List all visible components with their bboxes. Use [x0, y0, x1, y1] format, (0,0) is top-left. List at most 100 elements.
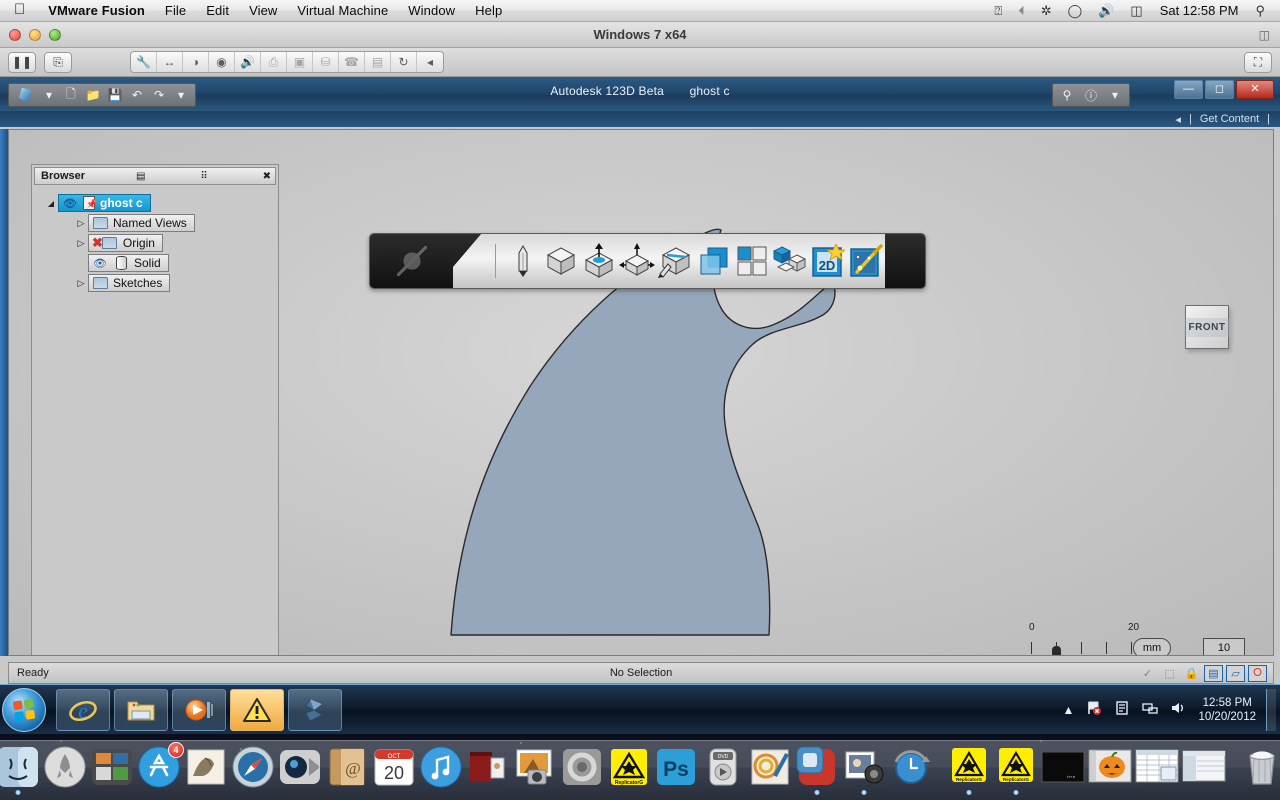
dock-facetime[interactable] [278, 745, 322, 789]
mac-menu-vmware-fusion[interactable]: VMware Fusion [38, 3, 155, 18]
model-canvas[interactable]: Browser ▤ ⠿ ✖ ◢ 👁 📌 ghost c ▷ Named View… [8, 129, 1274, 656]
start-button[interactable] [2, 687, 46, 732]
dock-finder-window[interactable] [1182, 745, 1226, 789]
dock-safari[interactable] [231, 745, 275, 789]
dock-terminal-window[interactable]: term [1041, 745, 1085, 789]
network-icon[interactable] [1136, 700, 1164, 719]
tree-item-ghost-c[interactable]: 👁 📌 ghost c [58, 194, 151, 212]
dock-iphoto[interactable] [513, 745, 557, 789]
sync-icon[interactable]: ↻ [391, 52, 417, 72]
pattern-grid-icon[interactable] [734, 239, 770, 283]
dock-mail[interactable] [184, 745, 228, 789]
printer-icon[interactable]: ⎙ [261, 52, 287, 72]
close-button[interactable]: ✕ [1236, 80, 1274, 99]
assemble-blocks-icon[interactable] [772, 239, 808, 283]
spotlight-search-icon[interactable]: ⚲ [1248, 4, 1272, 17]
vm-snapshot-button[interactable]: ⎘ [44, 51, 72, 73]
usb-disk-icon[interactable]: ▣ [287, 52, 313, 72]
device-icon[interactable] [1108, 700, 1136, 719]
minimize-button[interactable]: — [1174, 80, 1203, 99]
tree-node-origin[interactable]: ▷ ✖ Origin [32, 233, 278, 253]
dock-system-preferences[interactable] [560, 745, 604, 789]
volume-icon[interactable] [1164, 700, 1192, 719]
scale-zoom-input[interactable]: 10 [1203, 638, 1245, 655]
cd-drive-icon[interactable]: ◉ [209, 52, 235, 72]
taskbar-media-player[interactable] [172, 688, 226, 731]
dock-replicatorg[interactable]: ReplicatorG [607, 745, 651, 789]
tree-node-solid[interactable]: 👁 Solid [32, 253, 278, 273]
help-icon[interactable]: ⓘ [1079, 85, 1103, 105]
mac-menu-help[interactable]: Help [465, 3, 512, 18]
get-content-link[interactable]: Get Content [1200, 113, 1259, 125]
vm-pause-button[interactable]: ❚❚ [8, 51, 36, 73]
sign-in-icon[interactable]: ⚲ [1055, 85, 1079, 105]
show-desktop-button[interactable] [1266, 688, 1276, 731]
tree-item-sketches[interactable]: Sketches [88, 274, 171, 292]
bluetooth-icon[interactable]: ✲ [1034, 4, 1059, 17]
sketch-pencil-icon[interactable] [505, 239, 541, 283]
dock-vmware-fusion[interactable] [795, 745, 839, 795]
dock-itunes[interactable] [419, 745, 463, 789]
dock-dvd-player[interactable]: DVD [701, 745, 745, 789]
ribbon-collapse-icon[interactable]: ◂ [1175, 113, 1181, 126]
sketch-on-face-icon[interactable] [657, 239, 694, 283]
taskbar-internet-explorer[interactable]: e [56, 688, 110, 731]
mouse-icon[interactable]: ⛁ [313, 52, 339, 72]
taskbar-autodesk-123d[interactable] [288, 688, 342, 731]
tree-node-named-views[interactable]: ▷ Named Views [32, 213, 278, 233]
mac-menu-file[interactable]: File [155, 3, 196, 18]
dock-photoshop[interactable]: Ps [654, 745, 698, 789]
browser-close-icon[interactable]: ✖ [259, 171, 275, 182]
vm-view-options-button[interactable]: ⛶ [1244, 51, 1272, 73]
tree-item-named-views[interactable]: Named Views [88, 214, 195, 232]
scale-slider-handle[interactable] [1052, 646, 1061, 655]
dock-contacts[interactable]: @ [325, 745, 369, 789]
maximize-button[interactable]: ◻ [1205, 80, 1234, 99]
mac-menu-edit[interactable]: Edit [196, 3, 239, 18]
expander-expanded-icon[interactable]: ◢ [44, 199, 58, 208]
eye-icon[interactable]: 👁 [62, 196, 78, 210]
dock-trash[interactable] [1240, 745, 1280, 789]
dock-launchpad[interactable] [43, 745, 87, 789]
settings-wrench-icon[interactable]: 🔧 [131, 52, 157, 72]
network-icon[interactable]: ↔ [157, 52, 183, 72]
effects-magic-wand-icon[interactable] [848, 239, 884, 283]
dock-mission-control[interactable] [90, 745, 134, 789]
123d-cube-logo-icon[interactable] [370, 234, 454, 288]
dock-paintbrush[interactable] [748, 745, 792, 789]
action-center-flag-icon[interactable] [1080, 700, 1108, 719]
mac-clock[interactable]: Sat 12:58 PM [1152, 3, 1247, 18]
tree-item-origin[interactable]: ✖ Origin [88, 234, 163, 252]
scale-unit-button[interactable]: mm [1133, 638, 1171, 655]
browser-undock-icon[interactable]: ⠿ [196, 171, 211, 182]
tree-node-sketches[interactable]: ▷ Sketches [32, 273, 278, 293]
expander-collapsed-icon[interactable]: ▷ [74, 218, 88, 229]
show-hidden-icons-button[interactable]: ▲ [1057, 703, 1081, 717]
taskbar-warning-app[interactable] [230, 688, 284, 731]
dock-calendar[interactable]: OCT 20 [372, 745, 416, 789]
tree-node-ghost-c[interactable]: ◢ 👁 📌 ghost c [32, 193, 278, 213]
battery-icon[interactable]: ◫ [1123, 4, 1149, 17]
tree-item-solid[interactable]: 👁 Solid [88, 254, 169, 272]
time-machine-icon[interactable]: ⏴ [1011, 4, 1032, 17]
mac-menu-window[interactable]: Window [398, 3, 465, 18]
mac-menu-virtual-machine[interactable]: Virtual Machine [287, 3, 398, 18]
eye-icon[interactable]: 👁 [92, 256, 108, 270]
volume-icon[interactable]: 🔊 [1091, 4, 1121, 17]
collapse-arrow-icon[interactable]: ◂ [417, 52, 443, 72]
primitives-cube-icon[interactable] [543, 239, 579, 283]
help-dropdown-icon[interactable]: ▾ [1103, 85, 1127, 105]
taskbar-clock[interactable]: 12:58 PM 10/20/2012 [1192, 696, 1264, 724]
phone-icon[interactable]: ☎ [339, 52, 365, 72]
taskbar-windows-explorer[interactable] [114, 688, 168, 731]
modify-transform-icon[interactable] [619, 239, 656, 283]
sound-icon[interactable]: 🔊 [235, 52, 261, 72]
dock-replicatorg-window-2[interactable]: ReplicatorG [994, 745, 1038, 795]
apple-logo-icon[interactable]:  [0, 2, 38, 17]
construct-extrude-icon[interactable] [581, 239, 617, 283]
dock-finder[interactable] [0, 745, 40, 795]
expander-collapsed-icon[interactable]: ▷ [74, 278, 88, 289]
vmware-unity-icon[interactable]: ⍰ [987, 4, 1009, 17]
expander-collapsed-icon[interactable]: ▷ [74, 238, 88, 249]
view-cube-face-label[interactable]: FRONT [1183, 317, 1231, 337]
